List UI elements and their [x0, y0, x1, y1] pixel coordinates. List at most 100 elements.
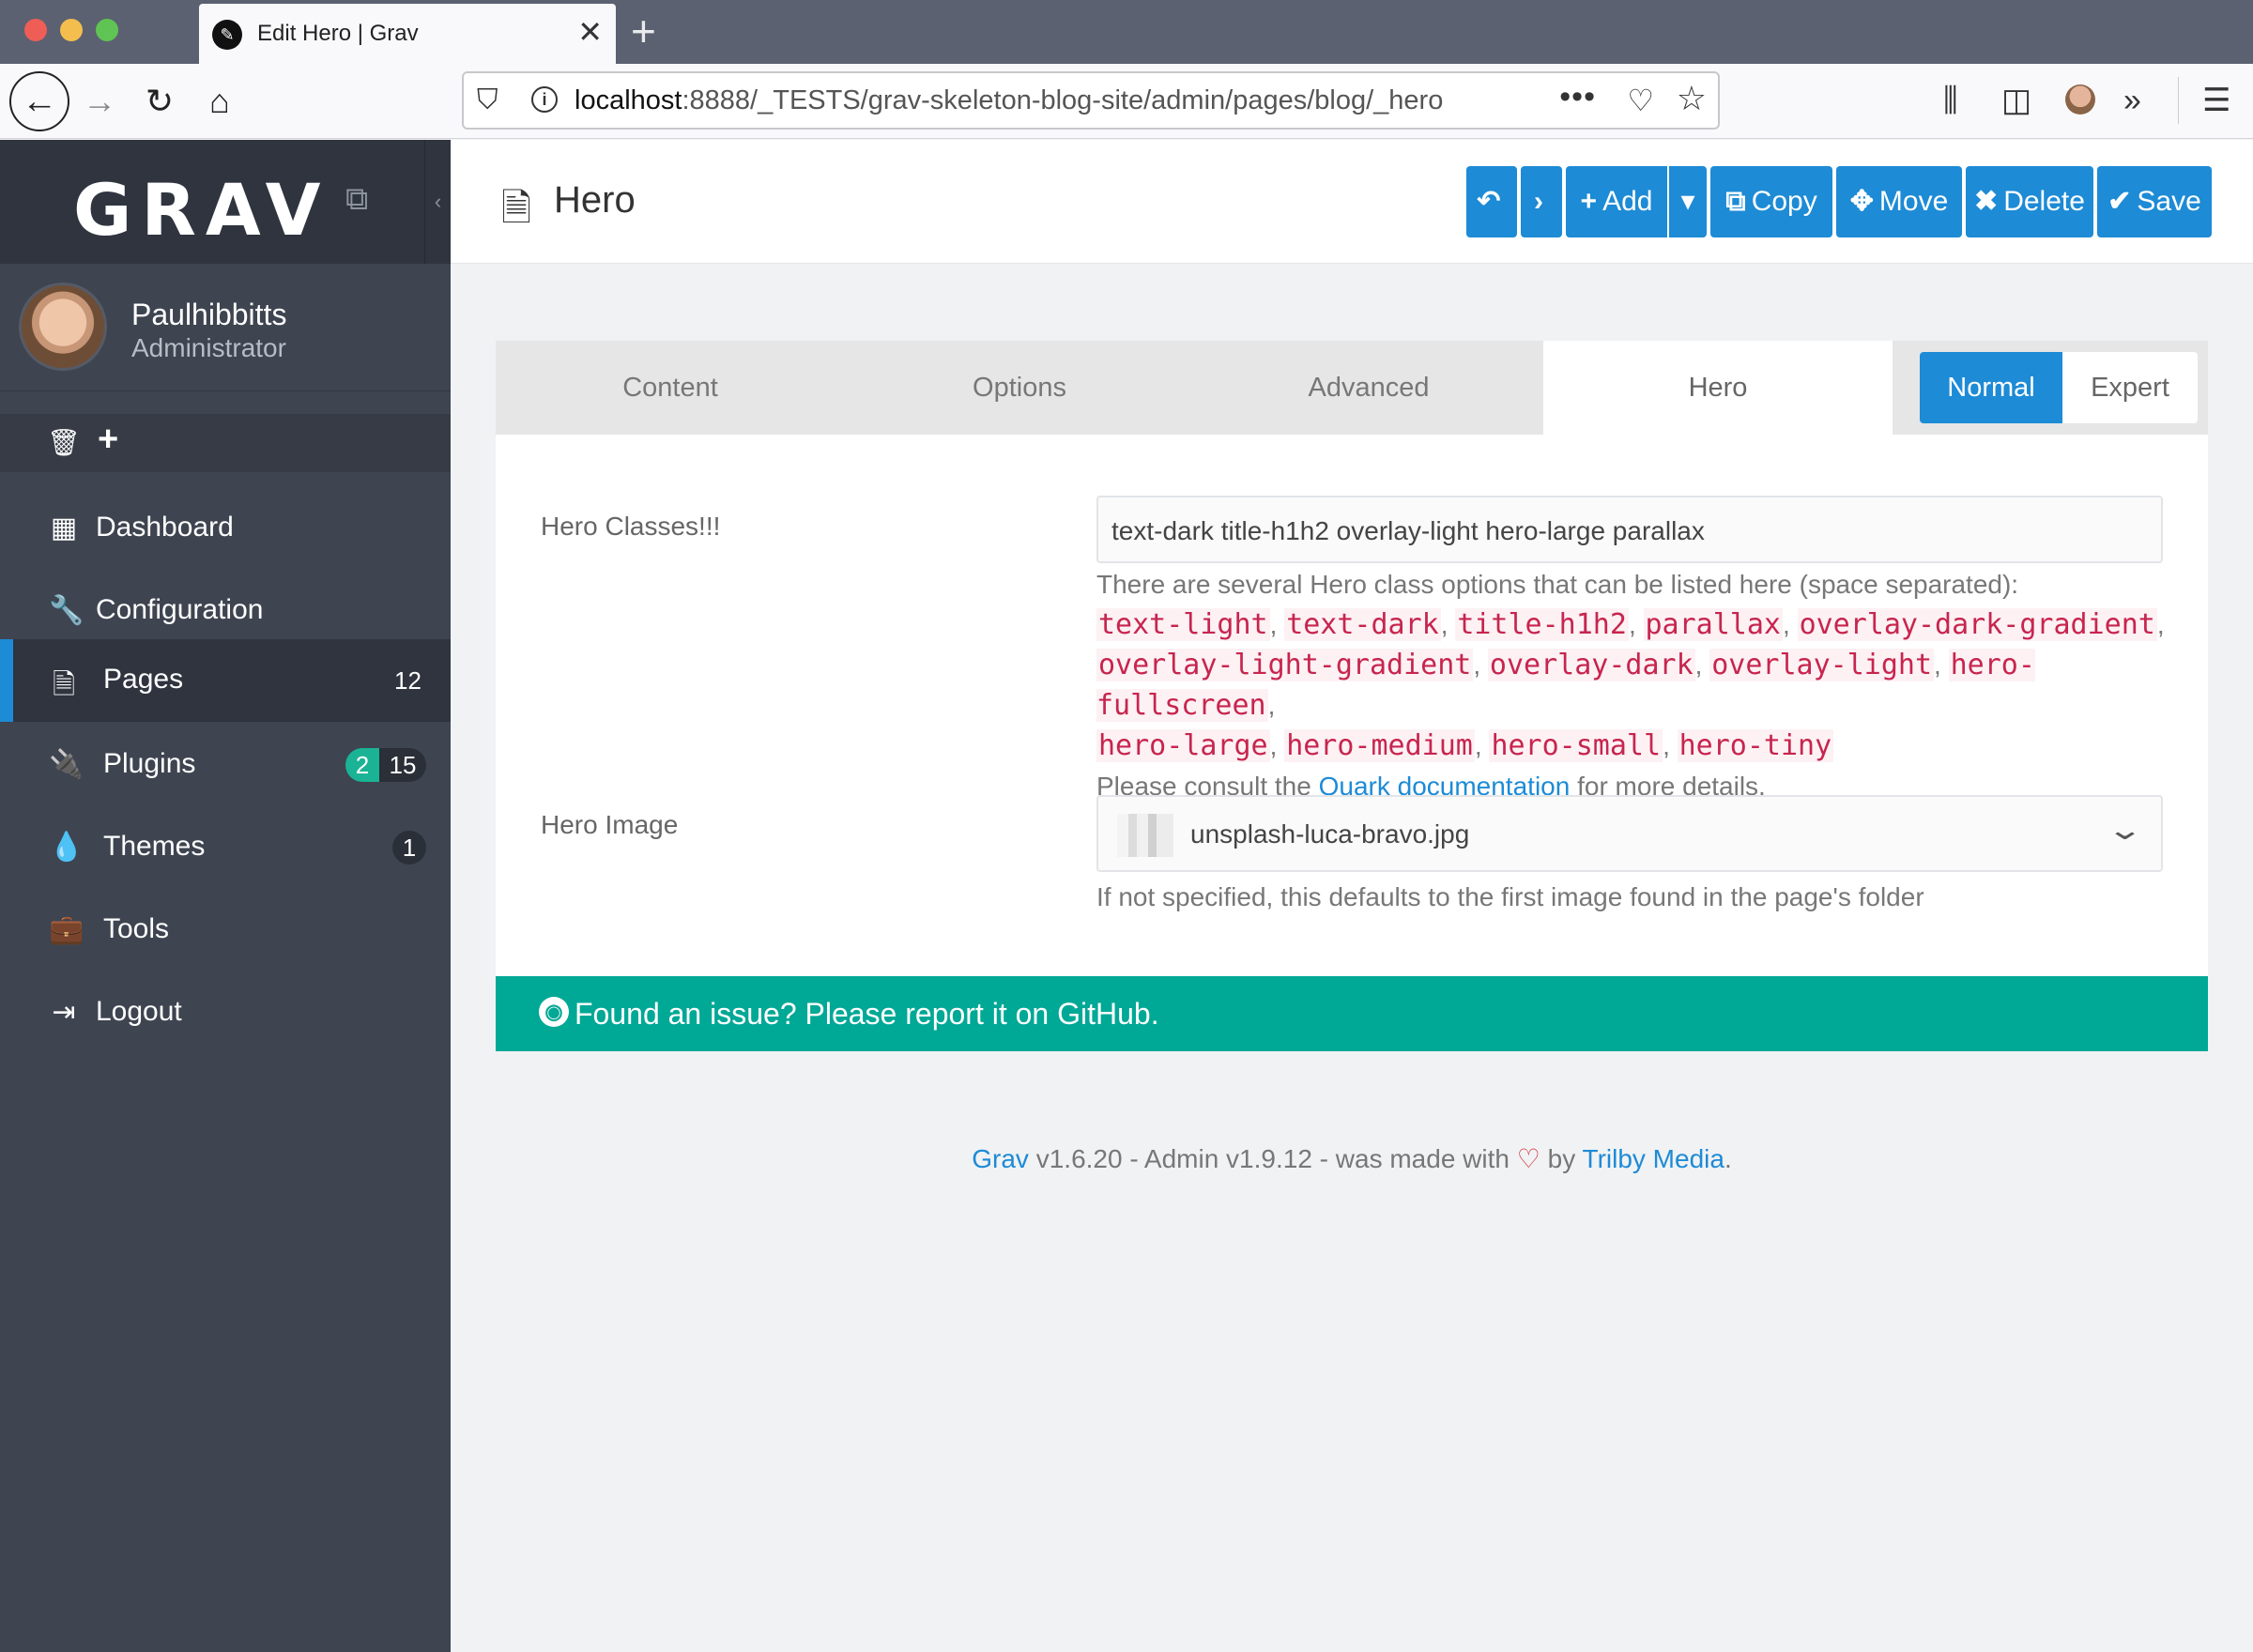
library-icon[interactable]: ⫼ [1943, 77, 1958, 124]
back-to-pages-button[interactable]: ↶ [1466, 166, 1517, 237]
home-button[interactable]: ⌂ [193, 75, 246, 128]
sidebar-item-logout[interactable]: ⇥ Logout [0, 971, 451, 1054]
hero-classes-input[interactable]: text-dark title-h1h2 overlay-light hero-… [1096, 496, 2163, 563]
wrench-icon: 🔧 [49, 595, 84, 626]
save-label: Save [2137, 186, 2201, 217]
menu-hamburger-icon[interactable]: ☰ [2202, 77, 2230, 124]
external-link-icon[interactable]: ⧉ [345, 181, 368, 218]
bookmark-star-icon[interactable]: ☆ [1677, 79, 1707, 118]
tint-icon: 💧 [49, 832, 84, 863]
hero-image-label: Hero Image [541, 810, 679, 839]
class-option: parallax [1643, 608, 1783, 641]
grav-favicon-icon: ✎ [212, 20, 242, 50]
page-actions-icon[interactable]: ••• [1559, 79, 1596, 115]
delete-label: Delete [2003, 186, 2085, 217]
trilby-media-link[interactable]: Trilby Media [1583, 1144, 1724, 1173]
sidebar-toggle-icon[interactable]: ◫ [2001, 77, 2031, 124]
tab-hero[interactable]: Hero [1543, 341, 1893, 435]
copy-button[interactable]: ⧉ Copy [1710, 166, 1832, 237]
class-option: text-dark [1284, 608, 1441, 641]
avatar[interactable] [19, 283, 107, 371]
close-icon: ✖ [1974, 186, 1999, 217]
github-issue-bar[interactable]: ◉ Found an issue? Please report it on Gi… [496, 976, 2208, 1051]
pocket-icon[interactable]: ♡ [1627, 83, 1654, 118]
plus-icon[interactable]: + [98, 420, 118, 460]
quick-actions-bar: 🗑 + [0, 414, 451, 472]
sign-out-icon: ⇥ [52, 997, 76, 1028]
address-bar[interactable]: ⛉ i localhost:8888/_TESTS/grav-skeleton-… [462, 71, 1720, 130]
tab-advanced[interactable]: Advanced [1194, 341, 1543, 435]
tab-title: Edit Hero | Grav [257, 21, 419, 46]
next-page-button[interactable]: › [1521, 166, 1562, 237]
move-label: Move [1878, 186, 1949, 217]
user-role: Administrator [131, 333, 286, 362]
class-option: hero-small [1489, 729, 1663, 762]
tab-content[interactable]: Content [496, 341, 845, 435]
move-button[interactable]: ✥ Move [1836, 166, 1962, 237]
reload-button[interactable]: ↻ [133, 75, 186, 128]
forward-button[interactable]: → [73, 75, 126, 128]
expert-mode-button[interactable]: Expert [2062, 352, 2198, 423]
add-button[interactable]: + Add [1566, 166, 1667, 237]
normal-mode-button[interactable]: Normal [1920, 352, 2062, 423]
file-icon: 🗎 [52, 669, 76, 700]
delete-button[interactable]: ✖ Delete [1966, 166, 2093, 237]
url-text[interactable]: localhost:8888/_TESTS/grav-skeleton-blog… [575, 85, 1443, 116]
hero-image-select[interactable]: unsplash-luca-bravo.jpg ⌄ [1096, 795, 2163, 872]
plug-icon: 🔌 [49, 749, 84, 780]
overflow-chevron-icon[interactable]: » [2123, 77, 2141, 124]
hero-image-value: unsplash-luca-bravo.jpg [1190, 819, 1470, 849]
shield-icon[interactable]: ⛉ [477, 84, 498, 116]
briefcase-icon: 💼 [49, 914, 84, 945]
tab-options[interactable]: Options [845, 341, 1194, 435]
browser-tab[interactable]: ✎ Edit Hero | Grav ✕ [199, 4, 616, 64]
sidebar-item-label: Tools [103, 913, 170, 944]
caret-down-icon: ▾ [1680, 186, 1695, 217]
zoom-window-button[interactable] [96, 19, 118, 41]
sidebar-item-tools[interactable]: 💼 Tools [0, 889, 451, 971]
sidebar-collapse-handle[interactable]: ‹ [424, 140, 451, 264]
trash-icon[interactable]: 🗑 [47, 427, 81, 458]
sidebar-item-pages[interactable]: 🗎 Pages 12 [0, 639, 451, 722]
mode-toggle: Normal Expert [1920, 352, 2198, 423]
plugins-count-badge: 15 [379, 748, 426, 782]
admin-sidebar: GRAV ⧉ ‹ Paulhibbitts Administrator 🗑 + … [0, 140, 451, 1652]
class-option: overlay-light [1709, 649, 1935, 681]
user-profile[interactable]: Paulhibbitts Administrator [0, 264, 451, 391]
hero-image-help: If not specified, this defaults to the f… [1096, 882, 1924, 911]
close-window-button[interactable] [24, 19, 47, 41]
github-icon: ◉ [539, 997, 569, 1027]
browser-tab-bar: ✎ Edit Hero | Grav ✕ + [0, 0, 2253, 64]
account-avatar-icon[interactable] [2065, 84, 2095, 115]
tab-close-icon[interactable]: ✕ [577, 15, 603, 49]
info-icon[interactable]: i [531, 86, 558, 113]
class-option: overlay-light-gradient [1096, 649, 1474, 681]
help-intro: There are several Hero class options tha… [1096, 570, 2019, 599]
chevron-right-icon: › [1534, 186, 1543, 217]
class-option: hero-large [1096, 729, 1270, 762]
chevron-down-icon[interactable]: ⌄ [2106, 814, 2143, 847]
footer-end: . [1724, 1144, 1732, 1173]
sidebar-item-label: Configuration [96, 594, 264, 625]
class-option: title-h1h2 [1455, 608, 1629, 641]
plus-icon: + [1580, 186, 1598, 217]
sidebar-item-dashboard[interactable]: ▦ Dashboard [0, 487, 451, 570]
sidebar-item-plugins[interactable]: 🔌 Plugins 2 15 [0, 724, 451, 806]
hero-class-options: text-light, text-dark, title-h1h2, paral… [1096, 608, 2165, 762]
minimize-window-button[interactable] [60, 19, 83, 41]
sidebar-item-themes[interactable]: 💧 Themes 1 [0, 806, 451, 889]
page-header: 🗎 Hero ↶ › + Add ▾ ⧉ Copy ✥ Move ✖ Delete ✔ S… [451, 140, 2253, 264]
new-tab-button[interactable]: + [631, 8, 656, 54]
heart-icon: ♡ [1516, 1144, 1540, 1173]
issue-text[interactable]: Found an issue? Please report it on GitH… [575, 997, 1159, 1032]
toolbar-divider [2178, 77, 2179, 124]
add-dropdown-button[interactable]: ▾ [1669, 166, 1707, 237]
undo-icon: ↶ [1477, 186, 1501, 217]
back-button[interactable]: ← [9, 71, 69, 131]
image-thumbnail [1117, 814, 1173, 857]
grav-logo[interactable]: GRAV [73, 168, 330, 252]
save-button[interactable]: ✔ Save [2097, 166, 2212, 237]
grav-link[interactable]: Grav [972, 1144, 1029, 1173]
plugin-updates-badge: 2 [345, 748, 379, 782]
class-option: hero-tiny [1677, 729, 1834, 762]
